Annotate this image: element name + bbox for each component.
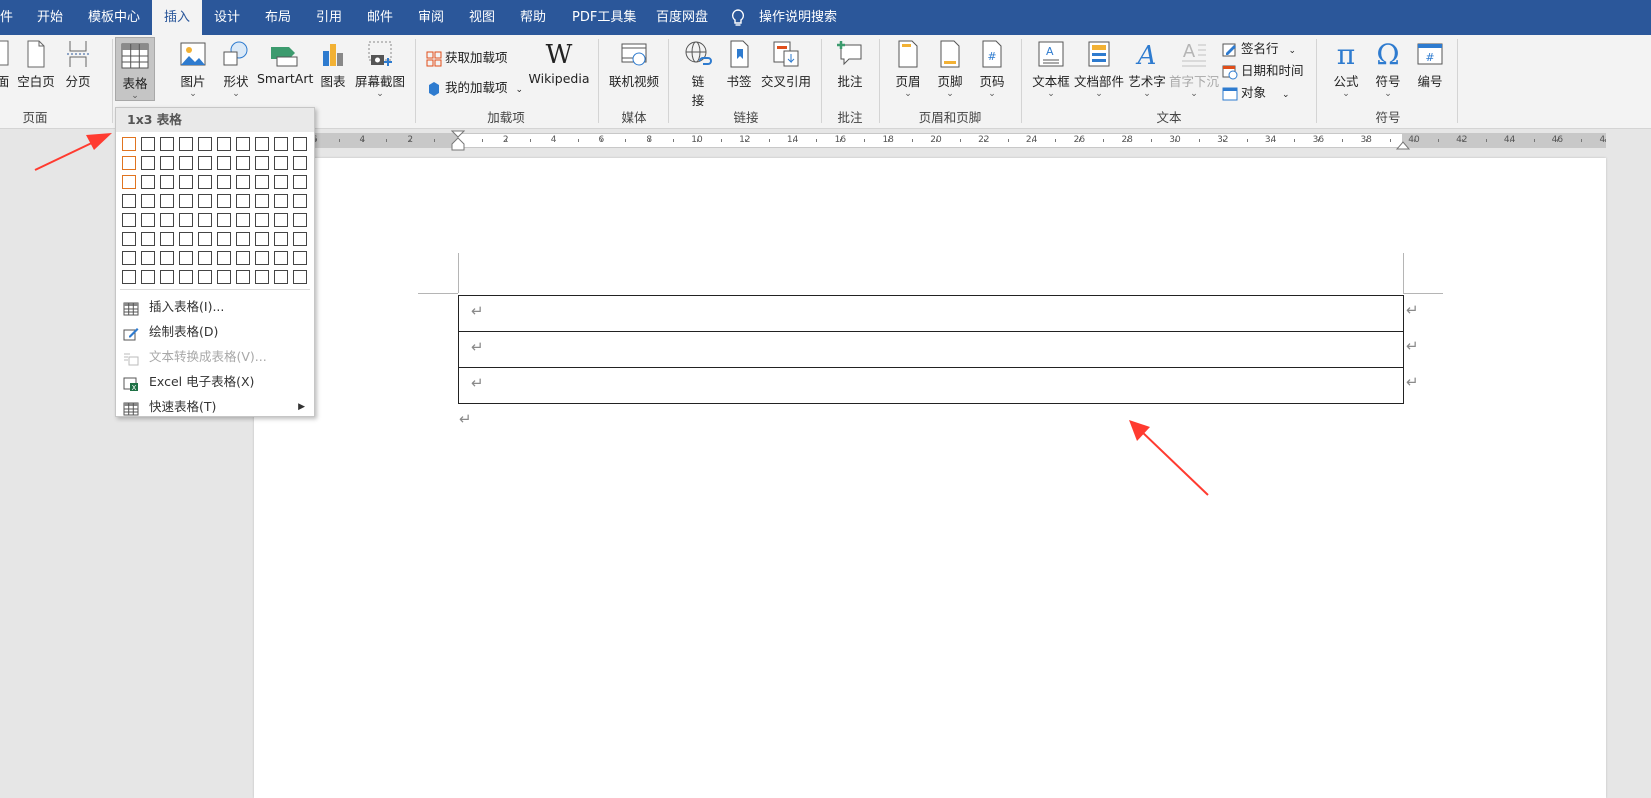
table-grid-cell[interactable] xyxy=(179,156,193,170)
menu-item-label: Excel 电子表格(X) xyxy=(149,374,255,389)
table-grid-cell[interactable] xyxy=(198,213,212,227)
table-grid-cell[interactable] xyxy=(179,175,193,189)
table-grid-cell[interactable] xyxy=(255,251,269,265)
table-grid-cell[interactable] xyxy=(293,251,307,265)
table-grid-cell[interactable] xyxy=(217,156,231,170)
table-grid-cell[interactable] xyxy=(198,156,212,170)
table-grid-cell[interactable] xyxy=(255,137,269,151)
table-grid-cell[interactable] xyxy=(255,156,269,170)
table-grid-cell[interactable] xyxy=(255,213,269,227)
table-grid-cell[interactable] xyxy=(293,156,307,170)
grid-size-header: 1x3 表格 xyxy=(116,108,314,132)
insert-table-dropdown: 1x3 表格 插入表格(I)... 绘制表格(D) 文本转换成表格(V)... X Ex… xyxy=(115,107,315,417)
quick-table-icon xyxy=(123,400,139,424)
table-grid-cell[interactable] xyxy=(274,156,288,170)
table-grid-cell[interactable] xyxy=(255,270,269,284)
annotation-arrow xyxy=(34,133,112,171)
table-grid-cell[interactable] xyxy=(141,270,155,284)
table-grid-cell[interactable] xyxy=(217,194,231,208)
table-grid-cell[interactable] xyxy=(274,270,288,284)
table-grid-cell[interactable] xyxy=(293,232,307,246)
table-grid-cell[interactable] xyxy=(141,175,155,189)
table-grid-cell[interactable] xyxy=(160,156,174,170)
menu-item-excel[interactable]: X Excel 电子表格(X) xyxy=(116,370,314,394)
table-grid-cell[interactable] xyxy=(122,156,136,170)
table-grid-cell[interactable] xyxy=(141,213,155,227)
table-grid-cell[interactable] xyxy=(274,213,288,227)
table-grid-cell[interactable] xyxy=(293,137,307,151)
table-grid-cell[interactable] xyxy=(198,137,212,151)
table-grid-cell[interactable] xyxy=(198,232,212,246)
table-grid-cell[interactable] xyxy=(217,175,231,189)
table-grid-cell[interactable] xyxy=(160,270,174,284)
table-grid-cell[interactable] xyxy=(179,251,193,265)
table-grid-cell[interactable] xyxy=(160,175,174,189)
table-grid-cell[interactable] xyxy=(122,175,136,189)
table-grid-cell[interactable] xyxy=(160,213,174,227)
svg-text:X: X xyxy=(132,384,137,391)
table-grid-cell[interactable] xyxy=(122,251,136,265)
table-grid-cell[interactable] xyxy=(255,175,269,189)
table-grid-cell[interactable] xyxy=(293,194,307,208)
menu-item-text-to-table: 文本转换成表格(V)... xyxy=(116,345,314,369)
table-grid-cell[interactable] xyxy=(255,194,269,208)
table-grid-cell[interactable] xyxy=(217,232,231,246)
table-grid-cell[interactable] xyxy=(141,232,155,246)
table-grid-cell[interactable] xyxy=(141,137,155,151)
table-grid-cell[interactable] xyxy=(160,232,174,246)
menu-item-label: 文本转换成表格(V)... xyxy=(149,349,267,364)
table-grid-cell[interactable] xyxy=(179,194,193,208)
menu-item-table-grid[interactable]: 插入表格(I)... xyxy=(116,295,314,319)
table-grid-cell[interactable] xyxy=(198,194,212,208)
table-grid-cell[interactable] xyxy=(122,213,136,227)
menu-item-label: 插入表格(I)... xyxy=(149,299,225,314)
table-grid-cell[interactable] xyxy=(236,175,250,189)
table-grid-cell[interactable] xyxy=(179,232,193,246)
table-grid-cell[interactable] xyxy=(274,175,288,189)
table-grid-cell[interactable] xyxy=(141,156,155,170)
menu-item-label: 绘制表格(D) xyxy=(149,324,219,339)
table-grid-cell[interactable] xyxy=(198,251,212,265)
table-grid-cell[interactable] xyxy=(217,251,231,265)
table-grid-cell[interactable] xyxy=(236,194,250,208)
table-grid-cell[interactable] xyxy=(293,175,307,189)
submenu-arrow-icon: ▶ xyxy=(298,402,305,412)
table-grid-cell[interactable] xyxy=(236,156,250,170)
table-grid-cell[interactable] xyxy=(198,270,212,284)
annotation-arrow xyxy=(1129,420,1209,496)
table-grid-cell[interactable] xyxy=(217,137,231,151)
table-grid-cell[interactable] xyxy=(141,251,155,265)
table-grid-cell[interactable] xyxy=(274,194,288,208)
table-grid-cell[interactable] xyxy=(217,270,231,284)
table-grid-cell[interactable] xyxy=(141,194,155,208)
table-grid-cell[interactable] xyxy=(179,270,193,284)
table-grid-cell[interactable] xyxy=(160,251,174,265)
table-grid-cell[interactable] xyxy=(236,251,250,265)
table-grid-cell[interactable] xyxy=(160,137,174,151)
table-grid-cell[interactable] xyxy=(274,232,288,246)
table-grid-cell[interactable] xyxy=(274,137,288,151)
table-grid-cell[interactable] xyxy=(179,213,193,227)
table-grid-cell[interactable] xyxy=(236,270,250,284)
table-grid-cell[interactable] xyxy=(217,213,231,227)
table-grid-cell[interactable] xyxy=(198,175,212,189)
menu-item-quick-table[interactable]: 快速表格(T) ▶ xyxy=(116,395,314,419)
table-grid-cell[interactable] xyxy=(274,251,288,265)
table-grid-cell[interactable] xyxy=(236,137,250,151)
menu-item-label: 快速表格(T) xyxy=(149,399,217,414)
table-grid-cell[interactable] xyxy=(160,194,174,208)
table-grid-cell[interactable] xyxy=(179,137,193,151)
table-grid-cell[interactable] xyxy=(122,194,136,208)
table-grid-cell[interactable] xyxy=(122,232,136,246)
table-grid-cell[interactable] xyxy=(236,232,250,246)
menu-divider xyxy=(120,289,310,290)
table-grid-cell[interactable] xyxy=(122,137,136,151)
table-grid-cell[interactable] xyxy=(255,232,269,246)
table-grid-cell[interactable] xyxy=(293,270,307,284)
table-grid-cell[interactable] xyxy=(122,270,136,284)
table-grid-cell[interactable] xyxy=(236,213,250,227)
menu-item-draw-table[interactable]: 绘制表格(D) xyxy=(116,320,314,344)
table-grid-cell[interactable] xyxy=(293,213,307,227)
